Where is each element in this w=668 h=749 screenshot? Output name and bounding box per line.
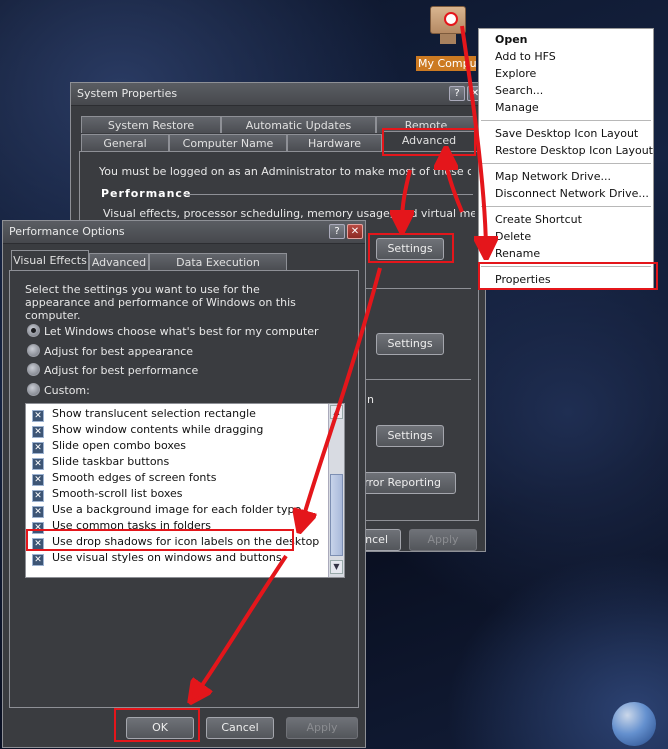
radio-button[interactable] (27, 324, 40, 337)
list-scrollbar[interactable]: ▲ ▼ (328, 404, 344, 577)
error-reporting-label: Error Reporting (357, 476, 441, 489)
performance-heading: Performance (101, 187, 192, 200)
menu-item-save-layout[interactable]: Save Desktop Icon Layout (479, 125, 653, 142)
computer-stand-icon (440, 34, 456, 44)
help-button[interactable]: ? (329, 224, 345, 239)
list-item[interactable]: ✕ Use a background image for each folder … (26, 502, 328, 518)
checkbox-checked-icon[interactable]: ✕ (32, 474, 44, 486)
menu-separator (481, 206, 651, 207)
menu-item-manage[interactable]: Manage (479, 99, 653, 116)
list-item[interactable]: ✕ Smooth edges of screen fonts (26, 470, 328, 486)
startup-settings-button[interactable]: Settings (376, 425, 444, 447)
cancel-button[interactable]: Cancel (206, 717, 274, 739)
list-item-label: Use a background image for each folder t… (52, 503, 302, 516)
menu-item-open[interactable]: Open (479, 31, 653, 48)
menu-item-rename[interactable]: Rename (479, 245, 653, 262)
tab-hardware[interactable]: Hardware (287, 134, 382, 151)
checkbox-checked-icon[interactable]: ✕ (32, 410, 44, 422)
list-item[interactable]: ✕ Show window contents while dragging (26, 422, 328, 438)
my-computer-label: My Computer (416, 56, 476, 71)
checkbox-checked-icon[interactable]: ✕ (32, 458, 44, 470)
radio-label: Let Windows choose what's best for my co… (44, 325, 319, 338)
menu-item-map-network-drive[interactable]: Map Network Drive... (479, 168, 653, 185)
tab-computer-name[interactable]: Computer Name (169, 134, 287, 151)
list-item-label: Slide open combo boxes (52, 439, 187, 452)
performance-divider (183, 194, 473, 195)
menu-separator (481, 120, 651, 121)
startup-recovery-fragment: n (367, 393, 374, 406)
list-item-label: Show translucent selection rectangle (52, 407, 256, 420)
tab-data-execution-prevention[interactable]: Data Execution Prevention (149, 253, 287, 286)
checkbox-checked-icon[interactable]: ✕ (32, 506, 44, 518)
tab-visual-effects[interactable]: Visual Effects (11, 250, 89, 270)
radio-button[interactable] (27, 344, 40, 357)
radio-button[interactable] (27, 383, 40, 396)
menu-item-explore[interactable]: Explore (479, 65, 653, 82)
list-item[interactable]: ✕ Slide open combo boxes (26, 438, 328, 454)
list-item[interactable]: ✕ Slide taskbar buttons (26, 454, 328, 470)
tab-system-restore[interactable]: System Restore (81, 116, 221, 133)
highlight-advanced-tab (382, 128, 476, 156)
user-profiles-settings-button[interactable]: Settings (376, 333, 444, 355)
radio-label: Adjust for best performance (44, 364, 199, 377)
radio-label: Adjust for best appearance (44, 345, 194, 358)
help-button[interactable]: ? (449, 86, 465, 101)
list-item-label: Slide taskbar buttons (52, 455, 170, 468)
radio-let-windows-choose[interactable]: Let Windows choose what's best for my co… (27, 324, 319, 338)
admin-note: You must be logged on as an Administrato… (99, 165, 471, 178)
tab-general[interactable]: General (81, 134, 169, 151)
error-reporting-button[interactable]: Error Reporting (356, 472, 456, 494)
highlight-settings-button (368, 233, 454, 263)
visual-effects-list[interactable]: ✕ Show translucent selection rectangle ✕ S… (25, 403, 345, 578)
section-divider (361, 379, 471, 380)
list-item[interactable]: ✕ Smooth-scroll list boxes (26, 486, 328, 502)
performance-options-window: Performance Options ? ✕ Visual Effects A… (2, 220, 366, 748)
performance-description: Visual effects, processor scheduling, me… (103, 207, 475, 220)
highlight-ok-button (114, 708, 200, 742)
list-item-label: Use visual styles on windows and buttons (52, 551, 282, 564)
scroll-thumb[interactable] (330, 474, 343, 556)
list-item-label: Smooth-scroll list boxes (52, 487, 183, 500)
radio-custom[interactable]: Custom: (27, 383, 90, 397)
tab-perf-advanced[interactable]: Advanced (89, 253, 149, 270)
system-properties-titlebar: System Properties (71, 83, 485, 106)
list-item[interactable]: ✕ Show translucent selection rectangle (26, 406, 328, 422)
my-computer-icon[interactable] (426, 6, 474, 52)
radio-button[interactable] (27, 363, 40, 376)
click-marker-icon (444, 12, 458, 26)
menu-separator (481, 163, 651, 164)
window-title: Performance Options (9, 225, 125, 238)
scroll-up-icon[interactable]: ▲ (330, 405, 343, 419)
menu-item-search[interactable]: Search... (479, 82, 653, 99)
menu-item-restore-layout[interactable]: Restore Desktop Icon Layout (479, 142, 653, 159)
apply-button[interactable]: Apply (409, 529, 477, 551)
scroll-down-icon[interactable]: ▼ (330, 560, 343, 574)
globe-icon (612, 702, 656, 746)
checkbox-checked-icon[interactable]: ✕ (32, 490, 44, 502)
menu-item-add-to-hfs[interactable]: Add to HFS (479, 48, 653, 65)
checkbox-checked-icon[interactable]: ✕ (32, 554, 44, 566)
menu-item-create-shortcut[interactable]: Create Shortcut (479, 211, 653, 228)
radio-label: Custom: (44, 384, 90, 397)
close-icon[interactable]: ✕ (347, 224, 363, 239)
section-divider (361, 288, 471, 289)
menu-item-disconnect-network-drive[interactable]: Disconnect Network Drive... (479, 185, 653, 202)
list-item-label: Show window contents while dragging (52, 423, 264, 436)
list-item-label: Smooth edges of screen fonts (52, 471, 217, 484)
menu-item-delete[interactable]: Delete (479, 228, 653, 245)
window-title: System Properties (77, 87, 178, 100)
checkbox-checked-icon[interactable]: ✕ (32, 442, 44, 454)
radio-best-appearance[interactable]: Adjust for best appearance (27, 344, 193, 358)
checkbox-checked-icon[interactable]: ✕ (32, 426, 44, 438)
context-menu: Open Add to HFS Explore Search... Manage… (478, 28, 654, 290)
radio-best-performance[interactable]: Adjust for best performance (27, 363, 198, 377)
list-item[interactable]: ✕ Use visual styles on windows and button… (26, 550, 328, 566)
apply-button[interactable]: Apply (286, 717, 358, 739)
tab-automatic-updates[interactable]: Automatic Updates (221, 116, 376, 133)
highlight-properties-item (478, 262, 658, 290)
highlight-drop-shadows-item (26, 529, 294, 551)
performance-options-titlebar: Performance Options (3, 221, 365, 244)
intro-text: Select the settings you want to use for … (25, 283, 296, 322)
